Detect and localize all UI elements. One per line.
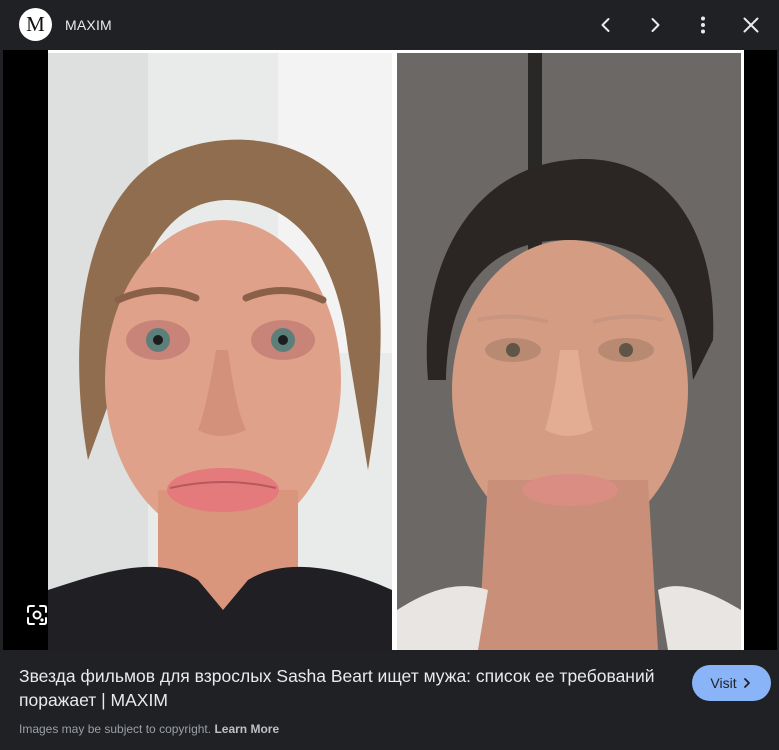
copyright-text: Images may be subject to copyright. <box>19 722 212 736</box>
preview-photo[interactable] <box>48 50 744 650</box>
visit-button[interactable]: Visit <box>692 665 771 701</box>
site-logo[interactable]: M <box>19 8 52 41</box>
site-logo-letter: M <box>26 12 45 36</box>
viewer-header: M MAXIM <box>0 0 779 50</box>
next-button[interactable] <box>639 9 671 41</box>
image-title-link[interactable]: Звезда фильмов для взрослых Sasha Beart … <box>19 664 679 712</box>
previous-button[interactable] <box>590 9 622 41</box>
close-icon <box>743 17 759 33</box>
chevron-right-icon <box>743 678 750 688</box>
chevron-left-icon <box>601 18 610 32</box>
image-stage <box>3 50 777 650</box>
viewer-footer: Звезда фильмов для взрослых Sasha Beart … <box>0 650 779 750</box>
site-name[interactable]: MAXIM <box>65 17 112 33</box>
chevron-right-icon <box>651 18 660 32</box>
visit-button-label: Visit <box>710 675 737 691</box>
more-vert-icon <box>701 16 705 34</box>
close-button[interactable] <box>735 9 767 41</box>
image-viewer-panel: M MAXIM Звезда фильмов для взрослых Sash… <box>0 0 779 750</box>
learn-more-link[interactable]: Learn More <box>214 722 279 736</box>
more-options-button[interactable] <box>687 9 719 41</box>
copyright-notice: Images may be subject to copyright. Lear… <box>19 722 279 736</box>
search-image-button[interactable] <box>25 603 49 627</box>
lens-icon <box>27 605 47 625</box>
